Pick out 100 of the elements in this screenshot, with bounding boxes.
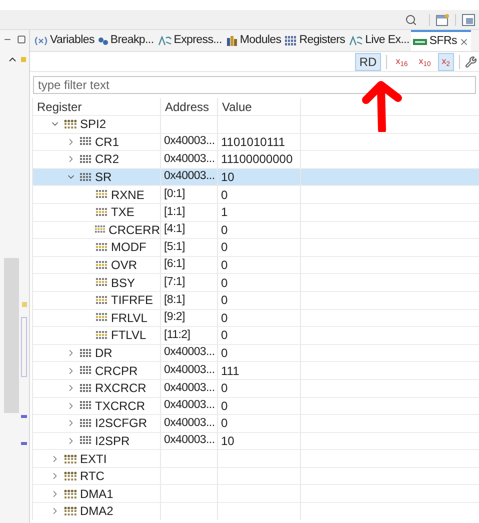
table-row[interactable]: SR 0x40003... 10 (33, 168, 479, 186)
table-cell-text: 0 (221, 415, 228, 432)
table-cell-text: 0x40003... (164, 362, 215, 378)
table-cell-text: 0 (221, 310, 228, 327)
search-icon[interactable] (405, 14, 417, 26)
peripheral-icon (64, 488, 77, 499)
column-header[interactable]: Address (161, 98, 218, 115)
register-name: BSY (111, 274, 136, 292)
format-button[interactable]: x$_{16}$ (392, 52, 412, 70)
filter-field[interactable]: type filter text (33, 76, 476, 94)
table-row[interactable]: RXNE [0:1] 0 (33, 185, 479, 203)
tab[interactable]: Breakp... (96, 30, 156, 51)
table-row[interactable]: BSY [7:1] 0 (33, 273, 479, 291)
marker-icon (21, 57, 26, 62)
table-cell-text: 0x40003... (164, 134, 215, 150)
table-row[interactable]: SPI2 (33, 115, 479, 133)
register-name: MODF (111, 239, 146, 256)
grid-icon (285, 36, 298, 46)
register-name: RXCRCR (95, 380, 146, 398)
table-cell-text: 0 (221, 327, 228, 344)
tab[interactable]: Variables (32, 30, 96, 51)
column-header[interactable]: Value (218, 98, 301, 115)
format-button[interactable]: x$_{10}$ (414, 52, 435, 70)
table-cell-text: 0 (221, 380, 228, 398)
table-cell-text: [9:2] (164, 310, 185, 326)
dots-icon (98, 36, 108, 44)
table-row[interactable]: EXTI (33, 449, 479, 467)
field-icon (96, 242, 108, 252)
register-icon (80, 348, 92, 358)
table-row[interactable]: I2SCFGR 0x40003... 0 (33, 414, 479, 432)
table-cell-text: 0x40003... (164, 169, 215, 184)
perspective-icon[interactable] (462, 14, 475, 26)
table-row[interactable]: RTC (33, 466, 479, 484)
table-row[interactable]: FTLVL [11:2] 0 (33, 326, 479, 344)
register-icon (80, 172, 92, 182)
register-name: CR1 (95, 134, 120, 151)
table-cell-text: [6:1] (164, 257, 185, 272)
tab[interactable]: Live Ex... (347, 30, 412, 51)
peripheral-icon (64, 119, 77, 130)
marker-icon (21, 442, 27, 445)
tab[interactable]: Registers (283, 30, 348, 51)
table-cell-text: 111 (221, 362, 240, 380)
register-name: EXTI (80, 450, 107, 468)
field-icon (96, 260, 108, 270)
chip-icon (413, 38, 428, 46)
peripheral-icon (64, 506, 77, 516)
register-icon (80, 384, 92, 393)
table-cell-text: 0x40003... (164, 398, 215, 414)
table-cell-text: 0 (221, 257, 228, 274)
tab[interactable]: SFRs (411, 30, 471, 51)
table-row[interactable]: CRCPR 0x40003... 111 (33, 361, 479, 379)
close-icon[interactable] (458, 36, 469, 46)
table-row[interactable]: DR 0x40003... 0 (33, 344, 479, 362)
table-row[interactable]: MODF [5:1] 0 (33, 238, 479, 256)
column-header[interactable]: Register (33, 98, 161, 115)
table-row[interactable]: FRLVL [9:2] 0 (33, 308, 479, 326)
register-name: DMA2 (80, 503, 114, 520)
table-cell-text: [5:1] (164, 240, 185, 255)
table-row[interactable]: DMA1 (33, 484, 479, 502)
table-row[interactable]: I2SPR 0x40003... 10 (33, 432, 479, 450)
table-cell-text: 11100000000 (221, 151, 293, 168)
wrench-icon[interactable] (465, 56, 477, 68)
table-cell-text: [4:1] (164, 222, 185, 238)
window-icon[interactable] (436, 14, 449, 26)
register-name: TXCRCR (95, 398, 145, 415)
table-row[interactable]: TXCRCR 0x40003... 0 (33, 396, 479, 414)
register-name: SR (95, 169, 112, 186)
register-name: TXE (111, 204, 134, 222)
expression-icon (349, 36, 364, 46)
table-cell-text: 1101010111 (221, 134, 286, 151)
tab[interactable]: Express... (156, 30, 224, 51)
table-cell-text: 0 (221, 292, 228, 310)
table-row[interactable]: TIFRFE [8:1] 0 (33, 290, 479, 309)
table-cell-text: 0x40003... (164, 152, 215, 167)
table-row[interactable]: RXCRCR 0x40003... 0 (33, 378, 479, 396)
register-name: OVR (111, 257, 138, 274)
peripheral-icon (64, 454, 77, 464)
table-cell-text: [7:1] (164, 275, 185, 290)
table-row[interactable]: CRCERR [4:1] 0 (33, 220, 479, 238)
field-icon (94, 225, 106, 234)
table-row[interactable]: DMA2 (33, 502, 479, 520)
table-cell-text: 0 (221, 239, 228, 256)
table-row[interactable]: TXE [1:1] 1 (33, 202, 479, 221)
scrollbar-thumb[interactable] (4, 258, 19, 413)
field-icon (96, 190, 108, 200)
range-marker (21, 317, 27, 377)
table-row[interactable]: OVR [6:1] 0 (33, 256, 479, 274)
table-cell-text: 1 (221, 204, 228, 222)
table-cell-text: 0 (221, 222, 228, 239)
read-button[interactable]: RD (355, 52, 381, 70)
table-cell-text: 10 (221, 432, 234, 450)
maximize-icon[interactable] (17, 35, 26, 44)
table-cell-text: 0x40003... (164, 345, 215, 360)
table-cell-text: 0x40003... (164, 416, 215, 431)
tab[interactable]: Modules (224, 30, 284, 51)
field-icon (96, 296, 108, 305)
table-row[interactable]: CR1 0x40003... 1101010111 (33, 132, 479, 150)
register-name: FTLVL (111, 327, 146, 344)
format-button[interactable]: x$_{2}$ (438, 52, 454, 70)
variable-icon (34, 36, 48, 46)
